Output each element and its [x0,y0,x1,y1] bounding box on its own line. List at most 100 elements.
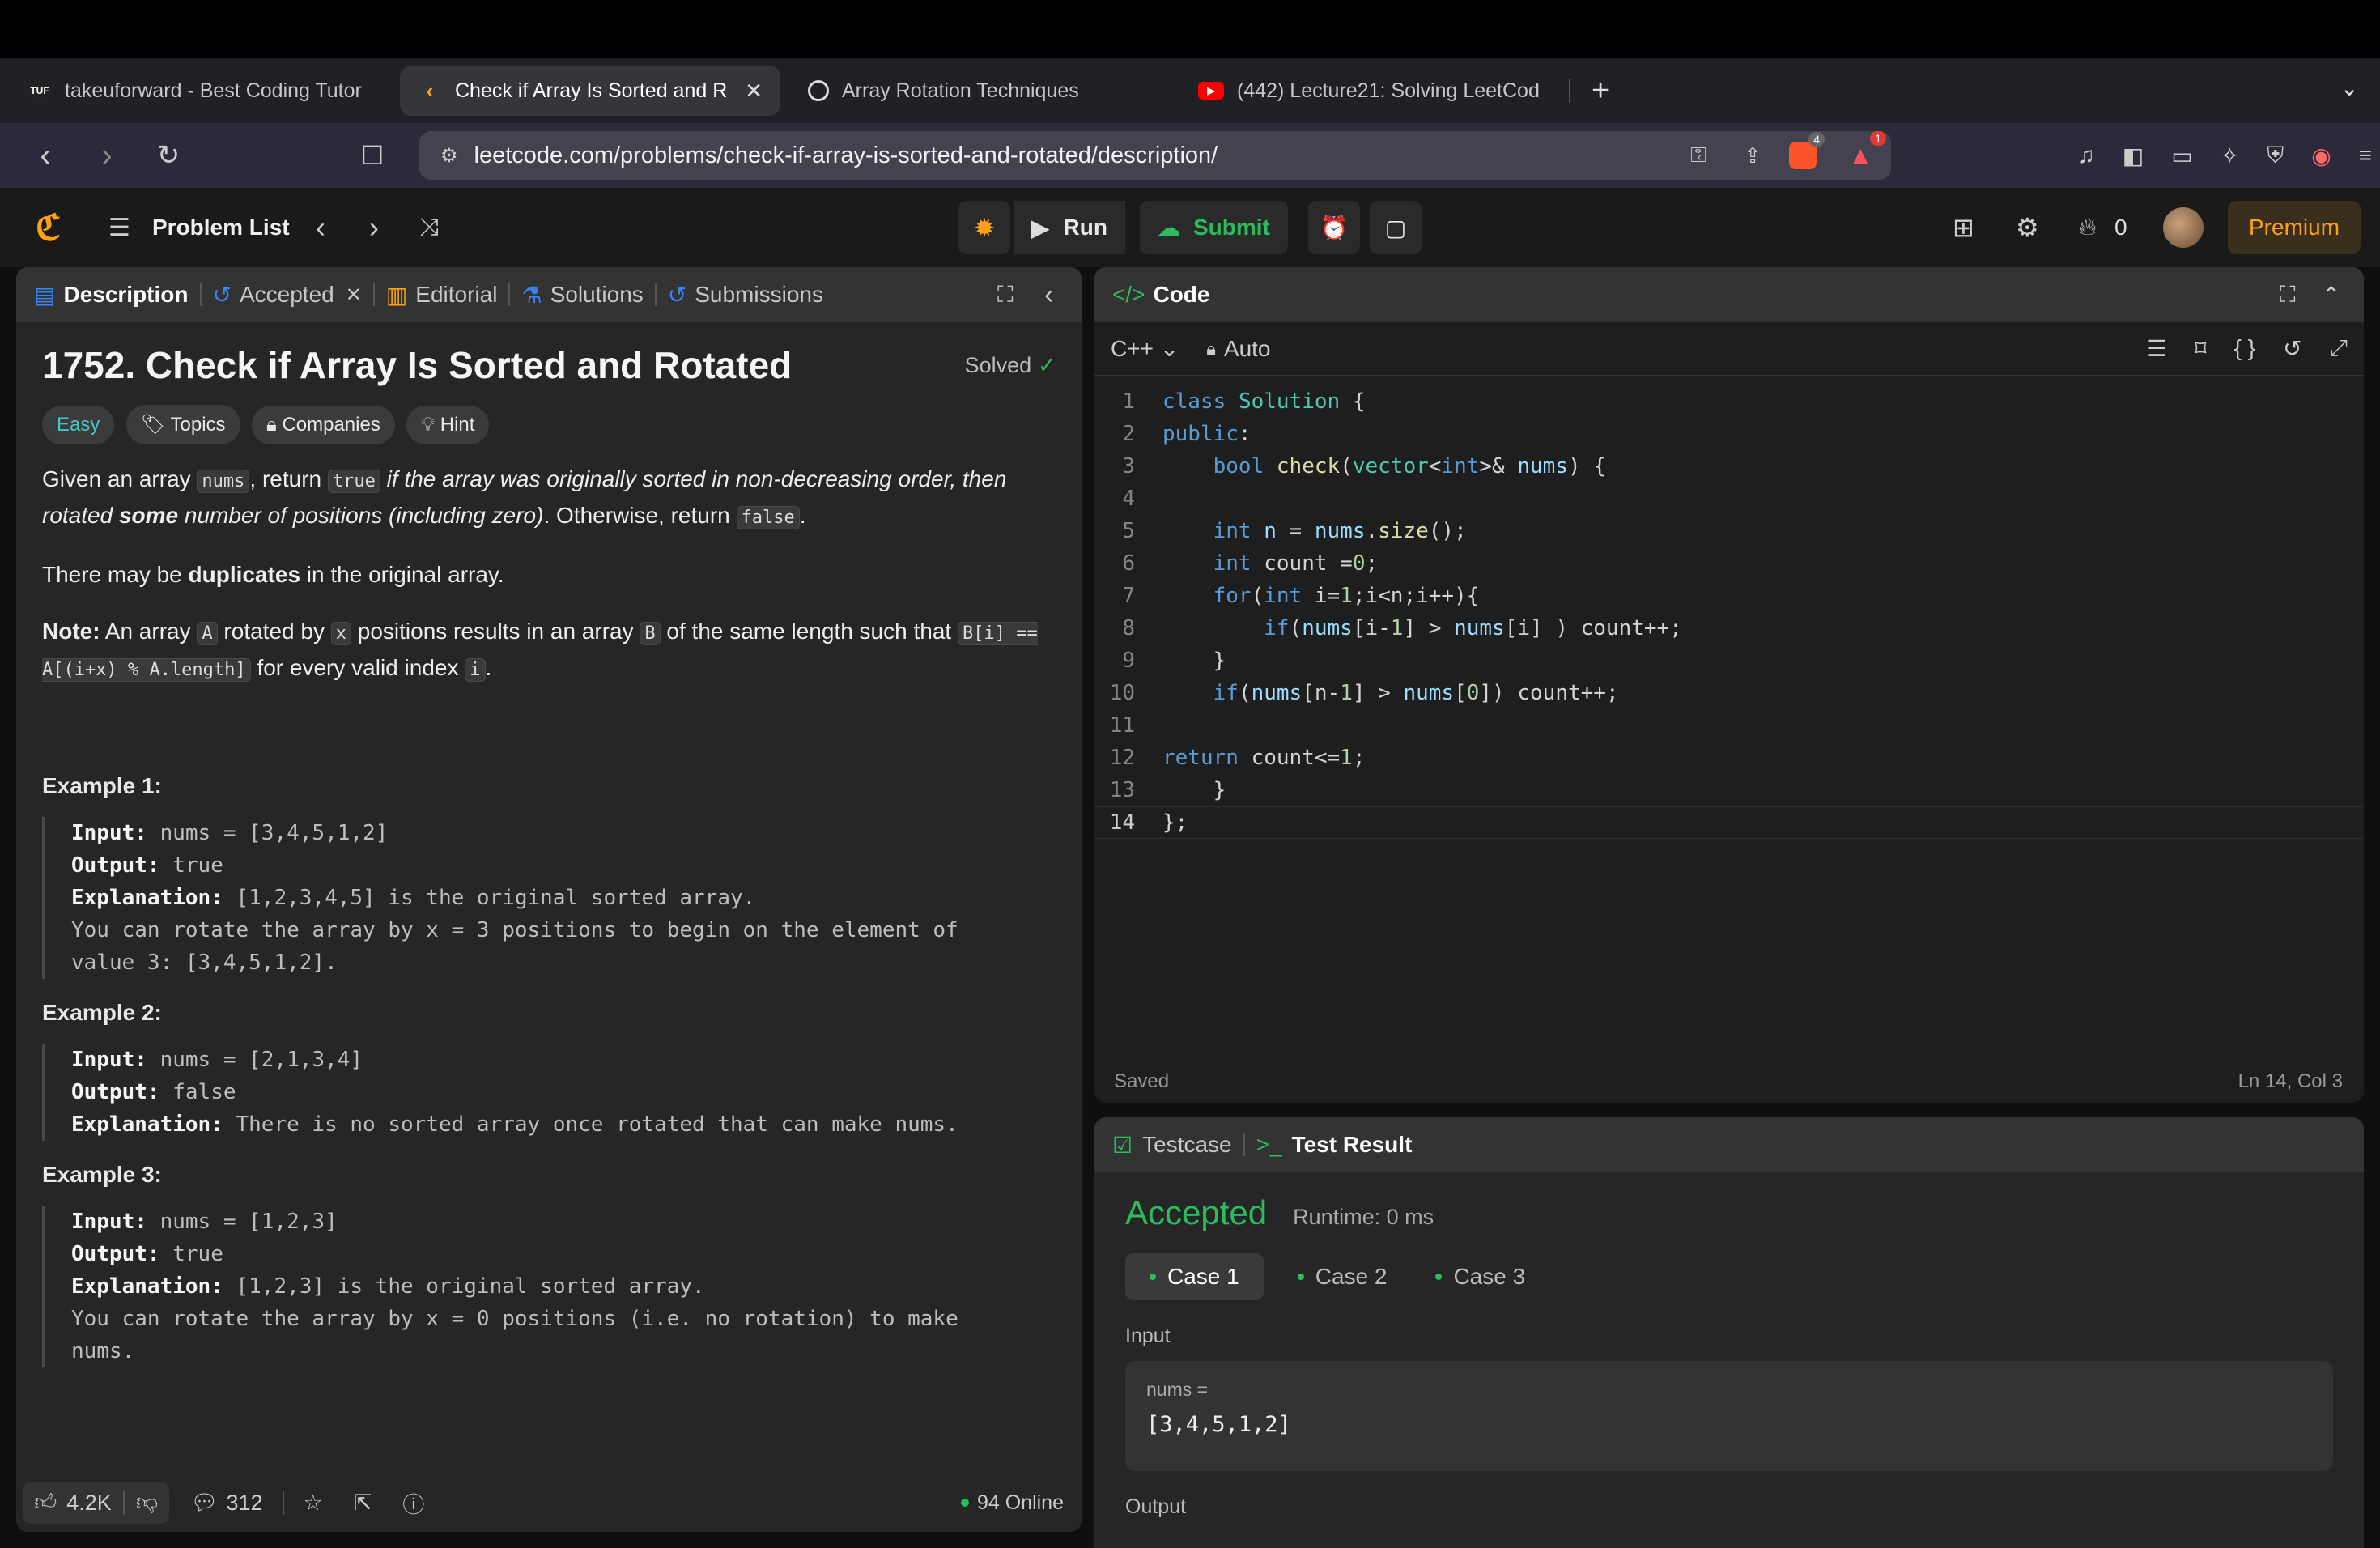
close-tab-icon[interactable]: ✕ [745,79,763,104]
share-icon[interactable]: ⇪ [1744,143,1762,168]
reload-icon[interactable]: ↻ [152,139,185,172]
bookmark-icon[interactable]: ☐ [356,140,389,171]
key-icon[interactable]: ⚿ [1690,142,1706,168]
auto-mode[interactable]: Auto [1224,336,1271,362]
list-icon[interactable]: ☰ [108,214,130,242]
history-icon: ↺ [212,282,232,308]
notes-button[interactable]: ▢ [1370,201,1422,254]
format-icon[interactable]: ☰ [2147,335,2167,362]
language-select[interactable]: C++ ⌄ [1111,335,1179,362]
tab-submissions[interactable]: ↺ Submissions [668,282,823,308]
problem-list-link[interactable]: Problem List [152,215,290,240]
music-icon[interactable]: ♫ [2078,142,2095,169]
code-line: 7 for(int i= 1 ;i<n;i++){ [1094,580,2364,612]
thumbs-down-icon[interactable]: 👎︎ [136,1490,158,1516]
browser-tab-chatgpt[interactable]: Array Rotation Techniques [790,66,1171,116]
tab-editorial-label: Editorial [415,282,498,307]
reset-icon[interactable]: ↺ [2283,335,2301,362]
save-status: Saved [1114,1070,1170,1092]
extension-icon[interactable]: ◉ [2311,142,2331,169]
tab-testcase[interactable]: ☑ Testcase [1112,1132,1232,1159]
tab-list-chevron-icon[interactable]: ⌄ [2340,74,2359,101]
browser-tab-strip: TUF takeuforward - Best Coding Tutor ‹ C… [0,58,2380,123]
text: Given an array [42,466,198,491]
code-editor[interactable]: 1 class Solution { 2 public: 3 bool check(… [1094,376,2364,839]
tab-divider [654,283,657,306]
leo-ai-icon[interactable]: ✧ [2221,142,2239,169]
collapse-icon[interactable]: ⌃ [2322,282,2340,308]
submit-button[interactable]: ☁ Submit [1140,201,1288,254]
value: value 3: [3,4,5,1,2]. [71,950,338,975]
leetcode-logo-icon[interactable]: ℭ [36,207,61,249]
companies-button[interactable]: 🔒︎ Companies [252,406,395,444]
premium-button[interactable]: Premium [2228,201,2361,254]
topics-button[interactable]: 🏷︎ Topics [125,405,240,444]
example-title: Example 2: [42,1000,162,1025]
close-tab-icon[interactable]: ✕ [346,283,362,307]
leetcode-navbar: ℭ ☰ Problem List ‹ › ⤨ ✹ ▶ Run ☁ Submit … [0,188,2380,267]
case-tab-1[interactable]: Case 1 [1125,1253,1264,1300]
prev-problem-icon[interactable]: ‹ [316,211,325,245]
like-count: 4.2K [66,1490,112,1515]
next-problem-icon[interactable]: › [369,211,379,245]
bookmark-icon[interactable]: ⌑ [2195,335,2206,362]
brave-shields-icon[interactable]: 4 [1789,132,1825,169]
example-title: Example 3: [42,1162,162,1187]
new-tab-icon[interactable]: + [1592,74,1609,108]
collapse-left-icon[interactable]: ‹ [1044,279,1053,311]
site-settings-icon[interactable]: ⚙ [440,144,458,168]
browser-tab-takeuforward[interactable]: TUF takeuforward - Best Coding Tutor [10,66,390,116]
label: Output: [71,1242,160,1266]
brave-rewards-icon[interactable]: ▲ 1 [1847,130,1886,171]
text: some [118,503,179,528]
maximize-icon[interactable]: ⛶ [997,282,1014,308]
browser-toolbar-icons: ♫ ◧ ▭ ✧ ⛨ ◉ ≡ [2051,142,2372,169]
forward-icon[interactable]: › [91,138,123,174]
line-number: 11 [1109,713,1135,738]
text: of the same length such that [660,619,958,644]
text: in the original array. [300,562,504,587]
example-3: Example 3: Input: nums = [1,2,3] Output:… [42,1162,1056,1367]
streak-fire-icon[interactable]: 🔥︎ [2079,214,2097,241]
problem-title: 1752. Check if Array Is Sorted and Rotat… [42,344,793,386]
avatar[interactable] [2163,207,2204,248]
run-button[interactable]: ▶ Run [1014,201,1125,254]
vpn-icon[interactable]: ⛨ [2267,142,2284,169]
help-icon[interactable]: ⓘ [402,1487,424,1519]
star-icon[interactable]: ☆ [304,1491,323,1516]
layout-icon[interactable]: ⊞ [1953,212,1974,243]
back-icon[interactable]: ‹ [29,138,62,174]
tab-description[interactable]: ▤ Description [34,282,189,308]
tab-editorial[interactable]: ▥ Editorial [386,282,498,308]
url-field[interactable]: ⚙ leetcode.com/problems/check-if-array-i… [419,130,1891,180]
maximize-icon[interactable]: ⛶ [2280,282,2296,308]
topics-label: Topics [170,414,226,436]
text: . [485,655,492,680]
case-tab-2[interactable]: Case 2 [1273,1253,1412,1300]
example-1: Example 1: Input: nums = [3,4,5,1,2] Out… [42,773,1056,979]
share-icon[interactable]: ⇱ [354,1491,372,1516]
tab-solutions[interactable]: ⚗ Solutions [521,282,643,308]
comment-icon[interactable]: 💬︎ [190,1490,218,1516]
inline-code: nums [197,470,250,493]
tab-test-result[interactable]: >_ Test Result [1256,1132,1413,1158]
label: Output: [71,853,160,878]
text: . Otherwise, return [543,503,737,528]
timer-button[interactable]: ⏰ [1308,201,1360,254]
tab-accepted[interactable]: ↺ Accepted ✕ [213,282,362,308]
example-2: Example 2: Input: nums = [2,1,3,4] Outpu… [42,1000,1056,1141]
wallet-icon[interactable]: ▭ [2171,142,2192,169]
shuffle-icon[interactable]: ⤨ [419,214,439,241]
browser-tab-youtube[interactable]: ▶ (442) Lecture21: Solving LeetCod [1180,66,1569,116]
debug-button[interactable]: ✹ [958,201,1010,254]
var-value: [3,4,5,1,2] [1146,1412,1291,1437]
browser-tab-leetcode[interactable]: ‹ Check if Array Is Sorted and R ✕ [400,66,780,116]
expand-icon[interactable]: ⤢ [2330,335,2348,362]
settings-gear-icon[interactable]: ⚙ [2016,212,2039,243]
menu-icon[interactable]: ≡ [2359,142,2372,169]
hint-button[interactable]: 💡︎ Hint [406,406,490,444]
case-tab-3[interactable]: Case 3 [1411,1253,1549,1300]
thumbs-up-icon[interactable]: 👍︎ [34,1490,57,1516]
sidebar-icon[interactable]: ◧ [2123,142,2144,169]
braces-icon[interactable]: { } [2234,335,2255,362]
